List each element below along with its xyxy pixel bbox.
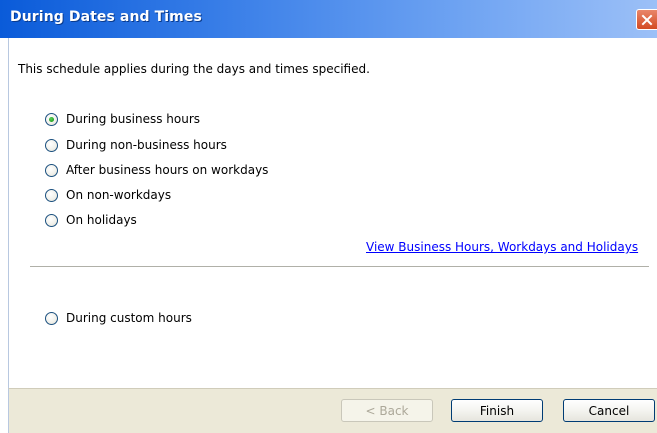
radio-after-business-hours[interactable]: After business hours on workdays bbox=[45, 161, 268, 179]
radio-button-checked[interactable] bbox=[45, 112, 58, 126]
button-bar bbox=[8, 388, 657, 433]
title-bar[interactable]: During Dates and Times bbox=[0, 0, 657, 38]
radio-button[interactable] bbox=[45, 188, 58, 202]
radio-non-workdays[interactable]: On non-workdays bbox=[45, 186, 171, 204]
view-business-hours-link[interactable]: View Business Hours, Workdays and Holida… bbox=[366, 240, 638, 254]
radio-label: During business hours bbox=[66, 112, 201, 126]
radio-non-business-hours[interactable]: During non-business hours bbox=[45, 136, 227, 154]
radio-button[interactable] bbox=[45, 311, 58, 325]
radio-label: During custom hours bbox=[66, 311, 192, 325]
radio-label: During non-business hours bbox=[66, 138, 227, 152]
radio-label: After business hours on workdays bbox=[66, 163, 269, 177]
radio-label: On non-workdays bbox=[66, 188, 172, 202]
radio-button[interactable] bbox=[45, 213, 58, 227]
close-button[interactable] bbox=[636, 9, 657, 30]
radio-custom-hours[interactable]: During custom hours bbox=[45, 309, 192, 327]
dialog-window: During Dates and Times This schedule app… bbox=[0, 0, 657, 433]
separator bbox=[30, 266, 649, 268]
radio-holidays[interactable]: On holidays bbox=[45, 211, 137, 229]
close-icon bbox=[641, 14, 653, 26]
radio-button[interactable] bbox=[45, 138, 58, 152]
description-text: This schedule applies during the days an… bbox=[18, 62, 370, 76]
back-button[interactable]: < Back bbox=[341, 399, 433, 422]
window-title: During Dates and Times bbox=[10, 9, 202, 25]
radio-business-hours[interactable]: During business hours bbox=[45, 110, 200, 128]
finish-button[interactable]: Finish bbox=[451, 399, 543, 422]
cancel-button[interactable]: Cancel bbox=[563, 399, 655, 422]
radio-label: On holidays bbox=[66, 213, 137, 227]
radio-button[interactable] bbox=[45, 163, 58, 177]
